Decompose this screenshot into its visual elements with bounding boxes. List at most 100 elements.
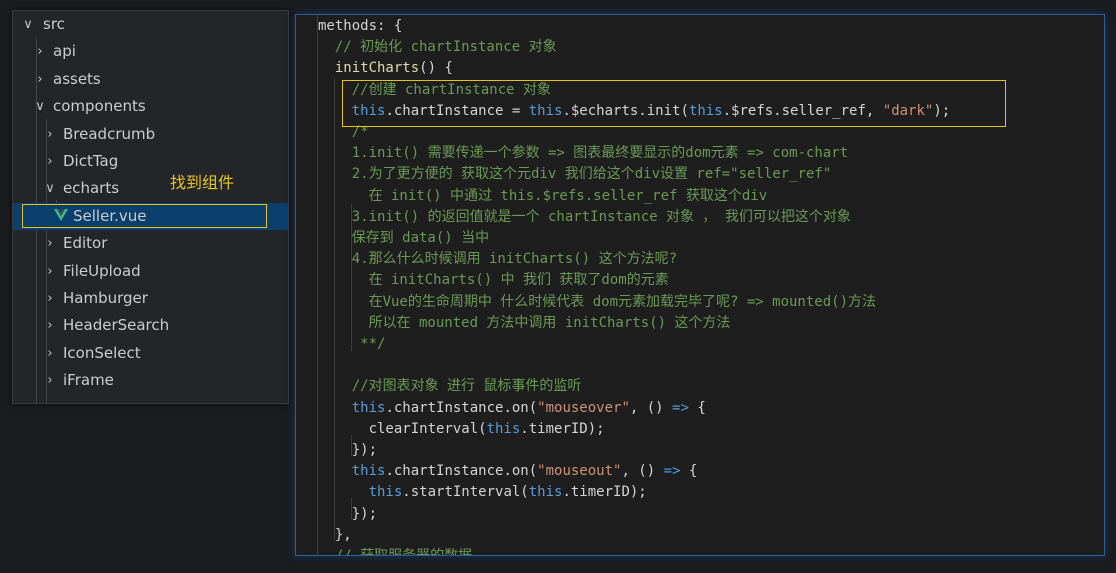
code-token: // 获取服务器的数据	[318, 548, 473, 556]
tree-item[interactable]: › DictTag	[13, 148, 288, 175]
tree-item-label: components	[53, 97, 146, 116]
code-editor[interactable]: methods: { // 初始化 chartInstance 对象 initC…	[295, 14, 1105, 556]
code-line: 4.那么什么时候调用 initCharts() 这个方法呢?	[318, 249, 677, 270]
code-token: , ()	[629, 399, 673, 416]
tree-item[interactable]: › iFrame	[13, 367, 288, 394]
code-line: 3.init() 的返回值就是一个 chartInstance 对象 ， 我们可…	[318, 207, 851, 228]
code-line: 1.init() 需要传递一个参数 => 图表最终要显示的dom元素 => co…	[318, 143, 848, 164]
code-token: 保存到 data() 当中	[318, 230, 490, 246]
code-token: this	[318, 463, 386, 480]
code-line: this.startInterval(this.timerID);	[318, 482, 647, 503]
tree-item[interactable]: › assets	[13, 66, 288, 93]
code-line: this.chartInstance.on("mouseover", () =>…	[318, 398, 706, 419]
tree-item-label: IconSelect	[63, 343, 141, 362]
tree-item[interactable]: › IconSelect	[13, 340, 288, 367]
code-token: this	[528, 484, 563, 501]
tree-item-label: HeaderSearch	[63, 316, 170, 335]
code-line: });	[318, 504, 377, 525]
chevron-right-icon[interactable]: ›	[33, 66, 47, 93]
code-line: 在Vue的生命周期中 什么时候代表 dom元素加载完毕了呢? => mounte…	[318, 292, 876, 313]
code-token: this	[486, 420, 521, 437]
code-token: this	[368, 484, 403, 501]
code-token: **/	[318, 336, 386, 352]
code-line: 在 initCharts() 中 我们 获取了dom的元素	[318, 270, 669, 291]
chevron-right-icon[interactable]: ›	[43, 367, 57, 394]
code-token: 3.init() 的返回值就是一个 chartInstance 对象 ， 我们可…	[318, 208, 851, 225]
tree-item-label: api	[53, 42, 76, 61]
tree-item[interactable]: ∨ echarts	[13, 175, 288, 202]
tree-item-label: Editor	[63, 234, 108, 253]
tree-item[interactable]: ∨ components	[13, 93, 288, 120]
chevron-right-icon[interactable]: ›	[43, 230, 57, 257]
tree-item-label: echarts	[63, 179, 120, 198]
tree-item[interactable]: › HeaderSearch	[13, 312, 288, 339]
code-line: 2.为了更方便的 获取这个元div 我们给这个div设置 ref="seller…	[318, 164, 832, 185]
code-highlight-box	[342, 80, 1006, 127]
chevron-right-icon[interactable]: ›	[43, 285, 57, 312]
code-token: 1.init() 需要传递一个参数 => 图表最终要显示的dom元素 => co…	[318, 145, 849, 162]
code-line: 保存到 data() 当中	[318, 228, 489, 249]
code-line: methods: {	[318, 16, 402, 37]
code-token: 2.为了更方便的 获取这个元div 我们给这个div设置 ref="seller…	[318, 166, 832, 183]
chevron-right-icon[interactable]: ›	[43, 312, 57, 339]
tree-item-label: iFrame	[63, 371, 114, 390]
tree-item[interactable]: › FileUpload	[13, 258, 288, 285]
code-line: **/	[318, 334, 385, 355]
annotation-label: 找到组件	[170, 173, 235, 192]
code-line: },	[318, 525, 352, 546]
code-line: 所以在 mounted 方法中调用 initCharts() 这个方法	[318, 313, 731, 334]
code-token: .chartInstance.on(	[385, 463, 538, 480]
code-token: },	[318, 526, 352, 543]
code-line: // 获取服务器的数据	[318, 546, 473, 556]
code-token: "mouseover"	[537, 399, 630, 416]
chevron-right-icon[interactable]: ›	[43, 121, 57, 148]
code-token: });	[318, 505, 378, 522]
code-token: 所以在 mounted 方法中调用 initCharts() 这个方法	[318, 314, 731, 331]
code-token: {	[680, 463, 698, 480]
chevron-right-icon[interactable]: ›	[43, 148, 57, 175]
code-token: //对图表对象 进行 鼠标事件的监听	[318, 378, 582, 395]
code-line: //对图表对象 进行 鼠标事件的监听	[318, 376, 582, 397]
code-token: () {	[419, 60, 453, 77]
code-token: .timerID);	[562, 484, 647, 501]
code-token: .timerID);	[520, 420, 605, 437]
file-explorer: ∨ src › api › assets ∨ components › Breadcrumb › Di…	[12, 10, 289, 404]
code-token: .startInterval(	[402, 484, 529, 501]
code-token: =>	[672, 399, 689, 416]
code-line: clearInterval(this.timerID);	[318, 419, 605, 440]
chevron-right-icon[interactable]: ›	[33, 38, 47, 65]
chevron-down-icon[interactable]: ∨	[21, 11, 35, 38]
code-token: initCharts	[318, 60, 420, 77]
tree-item[interactable]: › Editor	[13, 230, 288, 257]
selection-highlight-box	[22, 204, 267, 228]
tree-item-label: assets	[53, 69, 101, 88]
tree-item-label: src	[43, 15, 65, 33]
code-token: });	[318, 442, 378, 458]
chevron-right-icon[interactable]: ›	[43, 258, 57, 285]
code-token: 在 initCharts() 中 我们 获取了dom的元素	[318, 272, 669, 289]
chevron-down-icon[interactable]: ∨	[43, 175, 57, 202]
code-token: =>	[663, 463, 681, 480]
tree-item-label: DictTag	[63, 152, 119, 170]
chevron-down-icon[interactable]: ∨	[33, 93, 47, 120]
chevron-right-icon[interactable]: ›	[43, 340, 57, 367]
tree-item[interactable]: ∨ src	[13, 11, 288, 38]
code-line: // 初始化 chartInstance 对象	[318, 37, 557, 58]
code-token: // 初始化 chartInstance 对象	[318, 39, 557, 56]
code-token: 在Vue的生命周期中 什么时候代表 dom元素加载完毕了呢? => mounte…	[318, 293, 877, 310]
code-token: {	[688, 399, 706, 416]
code-token: clearInterval(	[318, 420, 487, 437]
code-token: 在 init() 中通过 this.$refs.seller_ref 获取这个d…	[318, 187, 768, 204]
tree-item[interactable]: › Breadcrumb	[13, 121, 288, 148]
tree-item-label: Breadcrumb	[63, 124, 156, 143]
tree-item-label: Hamburger	[63, 289, 148, 307]
code-token: this	[318, 399, 386, 416]
tree-item[interactable]: › api	[13, 38, 288, 65]
code-line: 在 init() 中通过 this.$refs.seller_ref 获取这个d…	[318, 186, 768, 207]
code-token: .chartInstance.on(	[385, 399, 538, 416]
code-token: methods: {	[318, 18, 403, 34]
code-line: initCharts() {	[318, 58, 453, 79]
code-line: this.chartInstance.on("mouseout", () => …	[318, 461, 698, 482]
tree-item[interactable]: › Hamburger	[13, 285, 288, 312]
